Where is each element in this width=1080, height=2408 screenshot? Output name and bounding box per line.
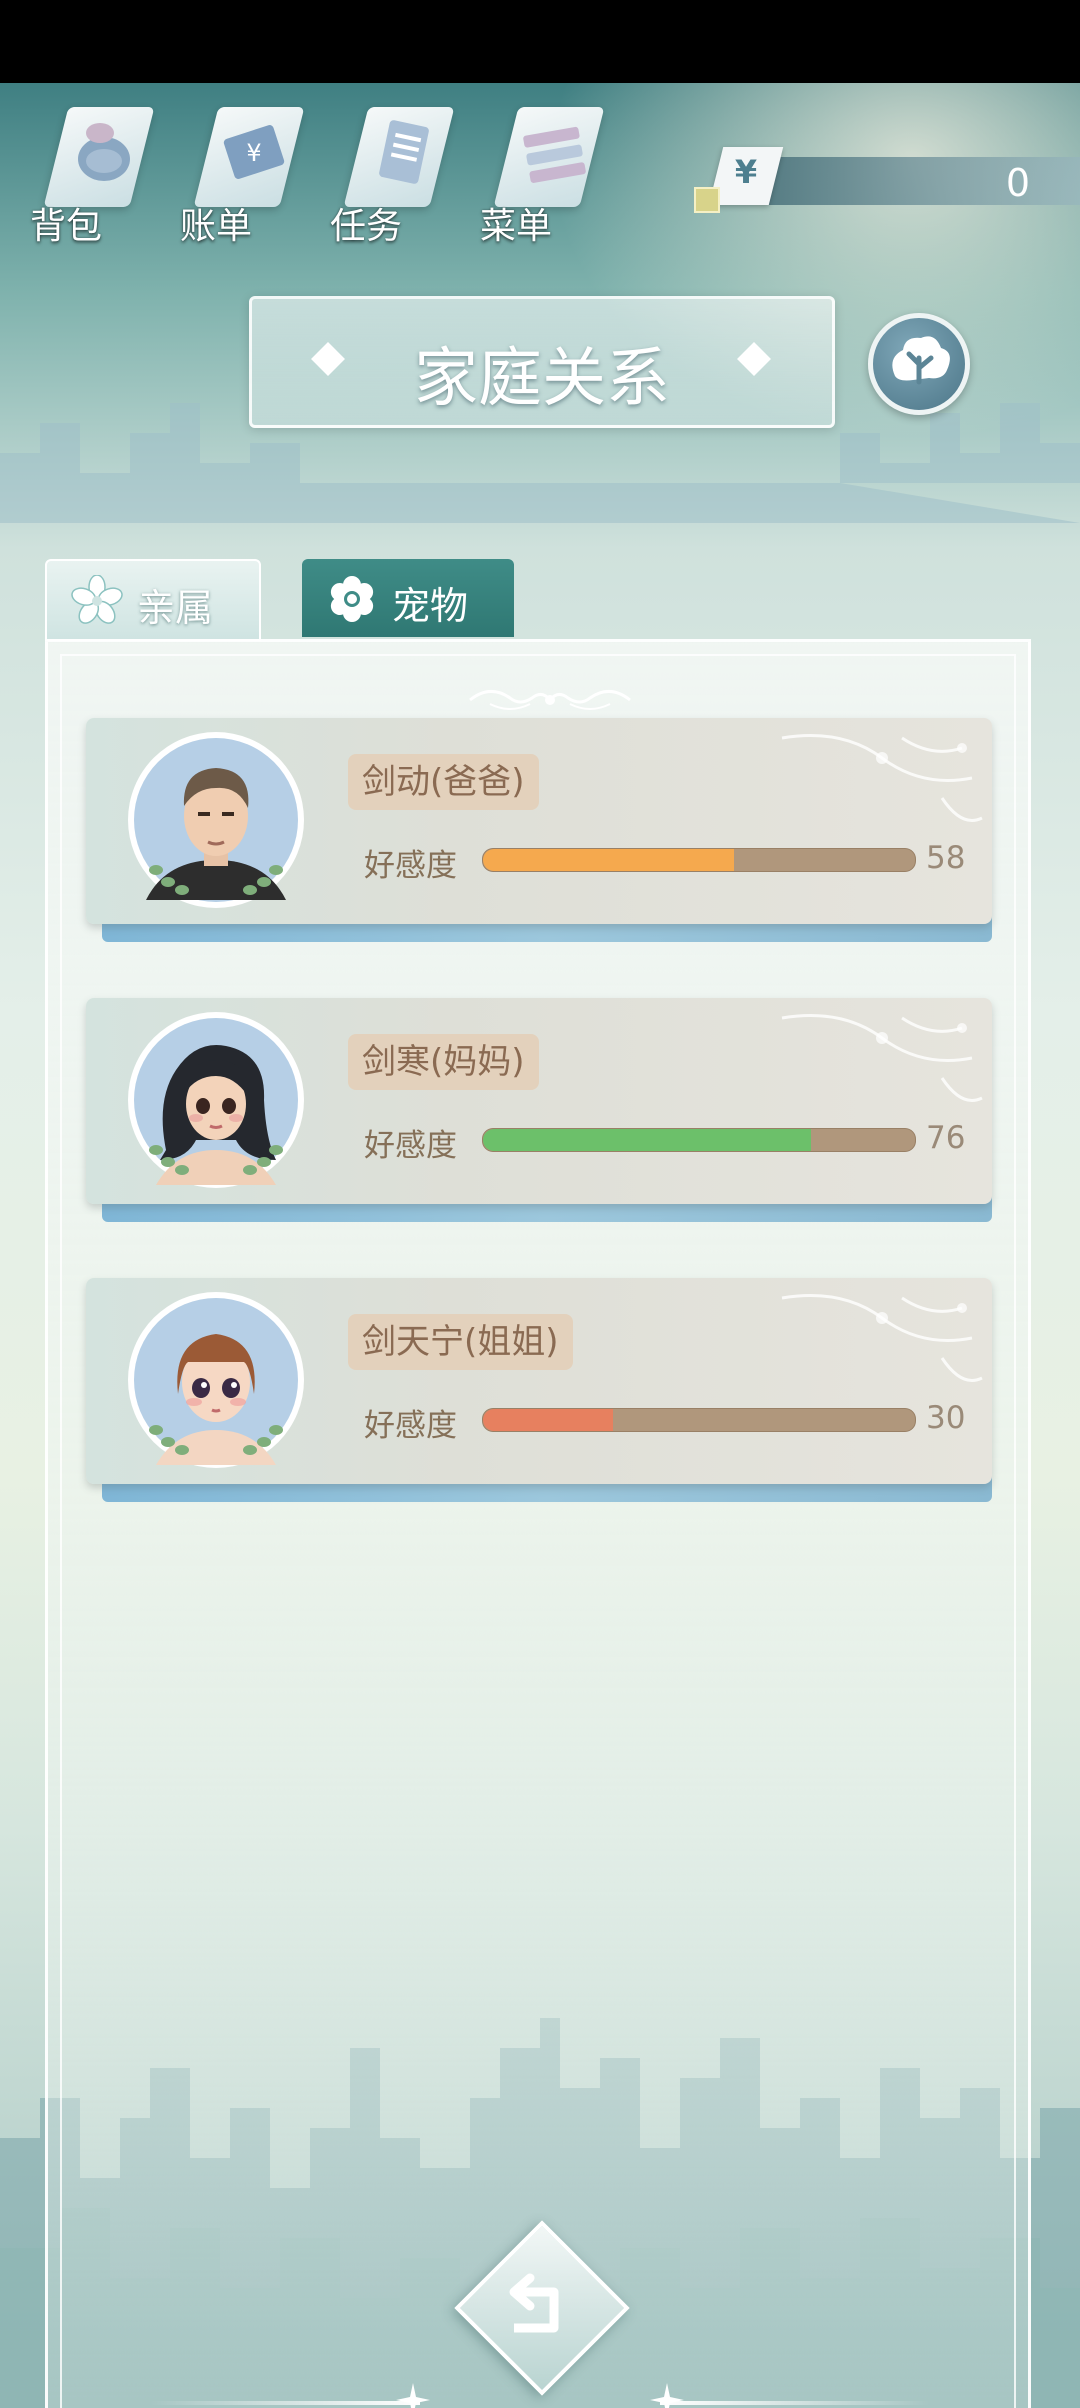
family-tree-icon bbox=[892, 336, 950, 385]
nav-backpack-label: 背包 bbox=[30, 206, 103, 247]
nav-menu-button[interactable]: 菜单 bbox=[480, 99, 605, 247]
game-scene: 背包 ¥ 账单 任务 菜单 ¥ 0 家庭关系 亲属 宠物 剑动(爸爸) 好感度 … bbox=[0, 83, 1080, 2408]
nav-task-button[interactable]: 任务 bbox=[330, 99, 455, 247]
member-name: 剑动(爸爸) bbox=[348, 754, 539, 810]
family-tree-button[interactable] bbox=[868, 313, 970, 415]
nav-backpack-button[interactable]: 背包 bbox=[30, 99, 155, 247]
menu-icon bbox=[523, 126, 586, 183]
nav-bill-button[interactable]: ¥ 账单 bbox=[180, 99, 305, 247]
affinity-fill bbox=[483, 1409, 613, 1431]
affinity-value: 76 bbox=[926, 1120, 966, 1156]
affinity-fill bbox=[483, 1129, 812, 1151]
page-title: 家庭关系 bbox=[414, 342, 670, 416]
affinity-fill bbox=[483, 849, 734, 871]
tab-pets-label: 宠物 bbox=[392, 584, 469, 628]
sparkle-icon bbox=[396, 2383, 430, 2408]
tab-relatives-label: 亲属 bbox=[137, 586, 214, 630]
member-card-mother[interactable]: 剑寒(妈妈) 好感度 76 bbox=[86, 998, 996, 1222]
tab-pets[interactable]: 宠物 bbox=[302, 559, 514, 637]
currency-sign: ¥ bbox=[734, 153, 758, 191]
tab-relatives[interactable]: 亲属 bbox=[45, 559, 261, 641]
back-arrow-icon bbox=[509, 2273, 559, 2333]
affinity-label: 好感度 bbox=[364, 1128, 457, 1164]
bill-icon: ¥ bbox=[223, 125, 285, 179]
affinity-label: 好感度 bbox=[364, 848, 457, 884]
bottom-divider-right bbox=[660, 2401, 930, 2405]
bottom-divider-left bbox=[150, 2401, 420, 2405]
ornament-icon bbox=[469, 690, 631, 710]
nav-bill-label: 账单 bbox=[180, 206, 253, 247]
member-card-father[interactable]: 剑动(爸爸) 好感度 58 bbox=[86, 718, 996, 942]
nav-menu-label: 菜单 bbox=[480, 206, 553, 247]
gem-icon bbox=[694, 187, 720, 213]
currency-display: ¥ 0 bbox=[694, 147, 1080, 213]
affinity-bar bbox=[482, 848, 916, 872]
title-panel: 家庭关系 bbox=[249, 296, 835, 428]
affinity-label: 好感度 bbox=[364, 1408, 457, 1444]
nav-task-label: 任务 bbox=[330, 206, 403, 247]
flower-icon bbox=[330, 576, 374, 622]
flower-icon bbox=[71, 575, 123, 624]
affinity-value: 58 bbox=[926, 840, 966, 876]
task-icon bbox=[379, 120, 429, 184]
status-bar bbox=[0, 0, 1080, 83]
avatar-mother bbox=[128, 1012, 304, 1188]
affinity-value: 30 bbox=[926, 1400, 966, 1436]
backpack-icon bbox=[78, 123, 130, 181]
avatar-father bbox=[128, 732, 304, 908]
member-name: 剑天宁(姐姐) bbox=[348, 1314, 573, 1370]
svg-text:¥: ¥ bbox=[246, 139, 261, 167]
sparkle-icon bbox=[650, 2383, 684, 2408]
currency-value: 0 bbox=[1005, 161, 1030, 205]
affinity-bar bbox=[482, 1408, 916, 1432]
affinity-bar bbox=[482, 1128, 916, 1152]
member-card-sister[interactable]: 剑天宁(姐姐) 好感度 30 bbox=[86, 1278, 996, 1502]
member-name: 剑寒(妈妈) bbox=[348, 1034, 539, 1090]
avatar-sister bbox=[128, 1292, 304, 1468]
